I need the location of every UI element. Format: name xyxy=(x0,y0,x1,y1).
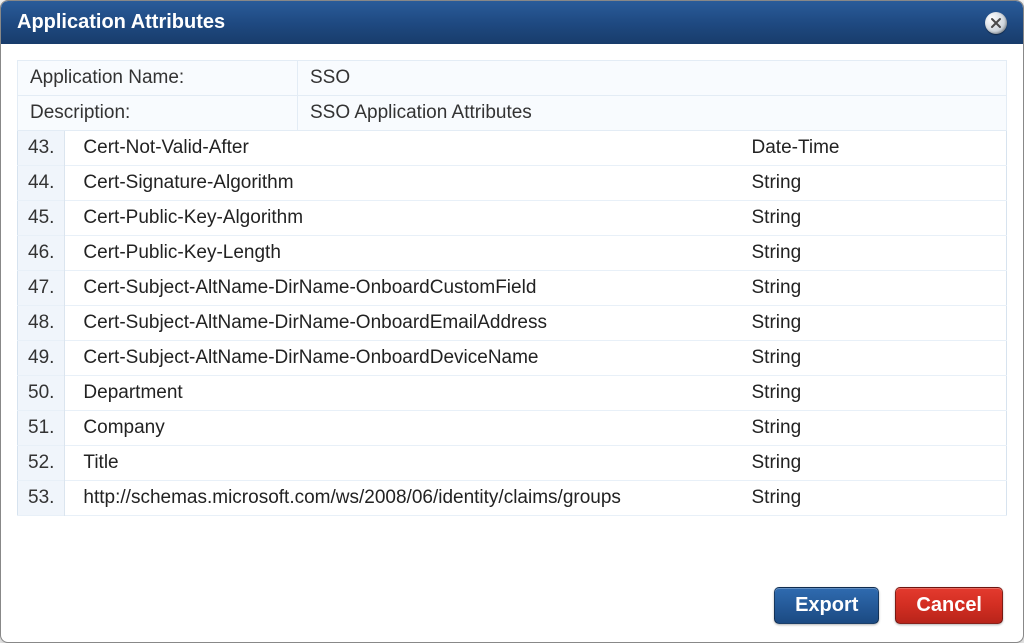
dialog-content: Application Name: SSO Description: SSO A… xyxy=(1,44,1023,575)
attribute-type: String xyxy=(742,236,1007,271)
app-desc-value: SSO Application Attributes xyxy=(298,96,1007,131)
row-number: 44. xyxy=(18,166,65,201)
attribute-name: Cert-Public-Key-Length xyxy=(65,236,742,271)
app-name-label: Application Name: xyxy=(18,61,298,96)
table-row[interactable]: 50.DepartmentString xyxy=(18,376,1007,411)
attribute-name: Cert-Public-Key-Algorithm xyxy=(65,201,742,236)
table-row[interactable]: 49.Cert-Subject-AltName-DirName-OnboardD… xyxy=(18,341,1007,376)
attribute-type: String xyxy=(742,446,1007,481)
attribute-type: Date-Time xyxy=(742,131,1007,166)
row-number: 48. xyxy=(18,306,65,341)
table-row[interactable]: 45.Cert-Public-Key-AlgorithmString xyxy=(18,201,1007,236)
cancel-button[interactable]: Cancel xyxy=(895,587,1003,624)
table-row[interactable]: 46.Cert-Public-Key-LengthString xyxy=(18,236,1007,271)
application-attributes-dialog: Application Attributes Application Name:… xyxy=(0,0,1024,643)
info-row-desc: Description: SSO Application Attributes xyxy=(18,96,1007,131)
attribute-name: Cert-Subject-AltName-DirName-OnboardEmai… xyxy=(65,306,742,341)
attribute-type: String xyxy=(742,411,1007,446)
table-row[interactable]: 48.Cert-Subject-AltName-DirName-OnboardE… xyxy=(18,306,1007,341)
attribute-name: Department xyxy=(65,376,742,411)
attribute-name: Company xyxy=(65,411,742,446)
attribute-name: http://schemas.microsoft.com/ws/2008/06/… xyxy=(65,481,742,516)
attribute-name: Cert-Not-Valid-After xyxy=(65,131,742,166)
table-row[interactable]: 53.http://schemas.microsoft.com/ws/2008/… xyxy=(18,481,1007,516)
close-button[interactable] xyxy=(985,12,1007,34)
table-row[interactable]: 44.Cert-Signature-AlgorithmString xyxy=(18,166,1007,201)
attribute-type: String xyxy=(742,376,1007,411)
attribute-type: String xyxy=(742,481,1007,516)
row-number: 53. xyxy=(18,481,65,516)
dialog-title: Application Attributes xyxy=(17,11,225,34)
attribute-type: String xyxy=(742,306,1007,341)
attribute-type: String xyxy=(742,341,1007,376)
attribute-name: Cert-Signature-Algorithm xyxy=(65,166,742,201)
app-desc-label: Description: xyxy=(18,96,298,131)
info-table: Application Name: SSO Description: SSO A… xyxy=(17,60,1007,131)
button-bar: Export Cancel xyxy=(1,575,1023,642)
table-row[interactable]: 43.Cert-Not-Valid-AfterDate-Time xyxy=(18,131,1007,166)
attribute-type: String xyxy=(742,166,1007,201)
row-number: 50. xyxy=(18,376,65,411)
attributes-table: 43.Cert-Not-Valid-AfterDate-Time44.Cert-… xyxy=(17,131,1007,516)
table-row[interactable]: 52.TitleString xyxy=(18,446,1007,481)
app-name-value: SSO xyxy=(298,61,1007,96)
row-number: 47. xyxy=(18,271,65,306)
export-button[interactable]: Export xyxy=(774,587,879,624)
row-number: 51. xyxy=(18,411,65,446)
table-row[interactable]: 51.CompanyString xyxy=(18,411,1007,446)
attribute-type: String xyxy=(742,271,1007,306)
attribute-type: String xyxy=(742,201,1007,236)
table-row[interactable]: 47.Cert-Subject-AltName-DirName-OnboardC… xyxy=(18,271,1007,306)
dialog-titlebar: Application Attributes xyxy=(1,1,1023,44)
info-row-name: Application Name: SSO xyxy=(18,61,1007,96)
attribute-name: Title xyxy=(65,446,742,481)
row-number: 45. xyxy=(18,201,65,236)
attribute-name: Cert-Subject-AltName-DirName-OnboardCust… xyxy=(65,271,742,306)
attribute-name: Cert-Subject-AltName-DirName-OnboardDevi… xyxy=(65,341,742,376)
row-number: 43. xyxy=(18,131,65,166)
row-number: 52. xyxy=(18,446,65,481)
close-icon xyxy=(989,16,1003,30)
row-number: 49. xyxy=(18,341,65,376)
row-number: 46. xyxy=(18,236,65,271)
